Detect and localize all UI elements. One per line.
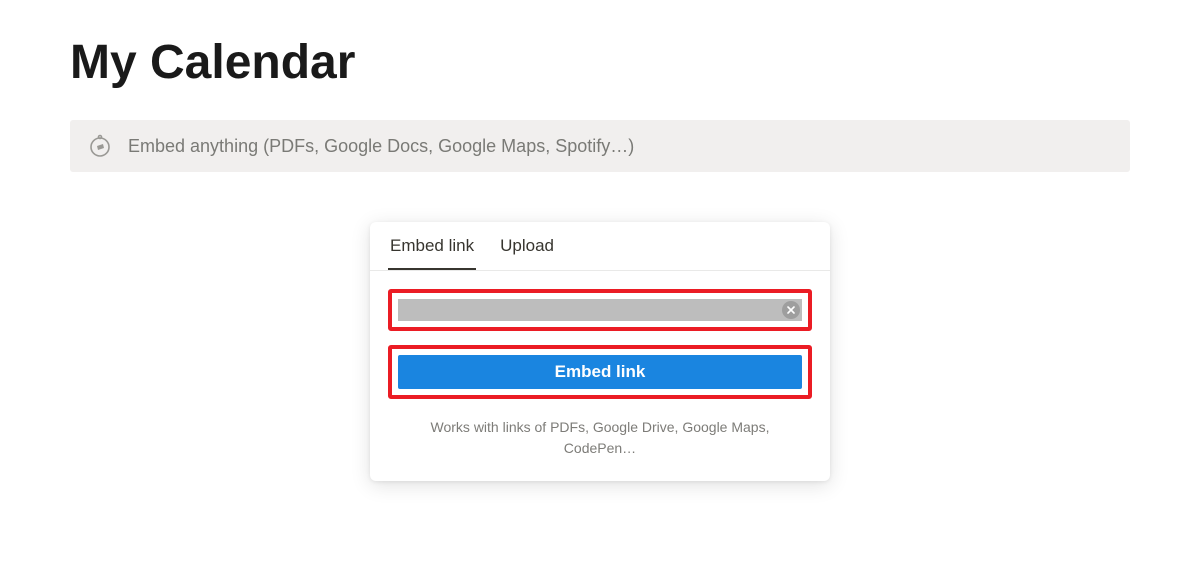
tab-upload[interactable]: Upload: [498, 222, 556, 270]
embed-block[interactable]: Embed anything (PDFs, Google Docs, Googl…: [70, 120, 1130, 172]
embed-placeholder-text: Embed anything (PDFs, Google Docs, Googl…: [128, 136, 634, 157]
popup-tabs: Embed link Upload: [370, 222, 830, 271]
tab-embed-link[interactable]: Embed link: [388, 222, 476, 270]
embed-popup: Embed link Upload Embed link Works with …: [370, 222, 830, 481]
page-title: My Calendar: [0, 0, 1200, 90]
popup-body: Embed link Works with links of PDFs, Goo…: [370, 271, 830, 481]
input-row: [398, 299, 802, 321]
clear-input-icon[interactable]: [782, 301, 800, 319]
helper-text: Works with links of PDFs, Google Drive, …: [388, 417, 812, 459]
compass-icon: [88, 134, 112, 158]
embed-link-button[interactable]: Embed link: [398, 355, 802, 389]
input-highlight-box: [388, 289, 812, 331]
embed-url-input[interactable]: [398, 299, 782, 321]
button-highlight-box: Embed link: [388, 345, 812, 399]
